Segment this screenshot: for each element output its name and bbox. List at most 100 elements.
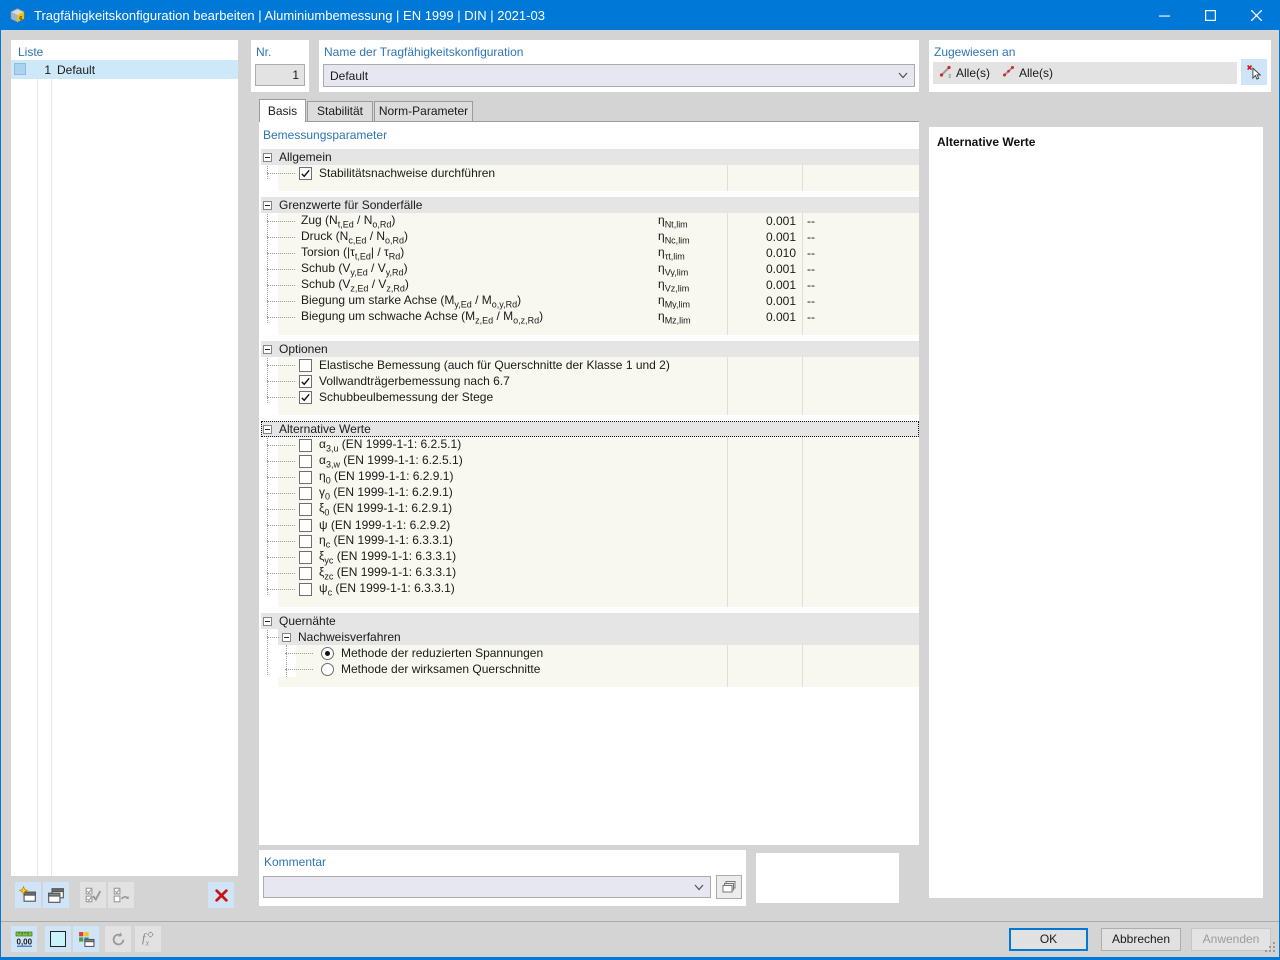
new-config-icon[interactable] [15, 882, 41, 908]
param-row[interactable]: Vollwandträgerbemessung nach 6.7 [267, 373, 919, 389]
param-symbol: ητt,lim [658, 244, 685, 262]
param-row[interactable]: ξ0 (EN 1999-1-1: 6.2.9.1) [267, 501, 919, 517]
param-row[interactable]: Methode der reduzierten Spannungen [285, 645, 919, 661]
checkbox-unchecked[interactable] [299, 502, 312, 516]
checkbox-unchecked[interactable] [299, 534, 312, 548]
list-grid-line [51, 61, 52, 876]
nr-label: Nr. [256, 45, 272, 59]
param-value[interactable]: 0.001 [718, 278, 796, 292]
section-label: Allgemein [279, 150, 332, 164]
resize-grip[interactable] [1263, 940, 1276, 956]
param-label: Torsion (|τt,Ed| / τRd) [301, 244, 405, 262]
param-row[interactable]: Biegung um schwache Achse (Mz,Ed / Mo,z,… [267, 309, 919, 325]
param-row[interactable]: η0 (EN 1999-1-1: 6.2.9.1) [267, 469, 919, 485]
checkbox-unchecked[interactable] [299, 550, 312, 564]
column-separator [802, 325, 803, 335]
param-row[interactable]: γ0 (EN 1999-1-1: 6.2.9.1) [267, 484, 919, 502]
section-header[interactable]: Allgemein [261, 149, 919, 165]
column-separator [727, 597, 728, 607]
collapse-minus-icon[interactable] [263, 200, 272, 210]
param-row[interactable]: α3,u (EN 1999-1-1: 6.2.5.1) [267, 437, 919, 453]
nr-field: 1 [255, 64, 305, 86]
minimize-icon[interactable] [1141, 0, 1187, 30]
param-row[interactable]: Zug (Nt,Ed / No,Rd) ηNt,lim 0.001 -- [267, 213, 919, 229]
param-value[interactable]: 0.001 [718, 230, 796, 244]
tab-basis[interactable]: Basis [259, 99, 306, 122]
comment-combobox[interactable] [263, 876, 711, 898]
assigned-members-value: Alle(s) [956, 66, 991, 80]
param-row[interactable]: Elastische Bemessung (auch für Querschni… [267, 357, 919, 373]
param-row[interactable]: Schub (Vz,Ed / Vz,Rd) ηVz,lim 0.001 -- [267, 277, 919, 293]
param-label: α3,w (EN 1999-1-1: 6.2.5.1) [319, 452, 463, 470]
subsection-header[interactable]: Nachweisverfahren [267, 629, 919, 645]
param-value[interactable]: 0.001 [718, 310, 796, 324]
assigned-field: z Alle(s) Alle(s) [933, 62, 1237, 84]
color-swatch-icon[interactable] [45, 926, 71, 952]
param-value[interactable]: 0.001 [718, 294, 796, 308]
radio-unselected[interactable] [321, 662, 334, 676]
column-separator [802, 357, 803, 373]
section-header[interactable]: Alternative Werte [261, 421, 919, 437]
param-row[interactable]: Schub (Vy,Ed / Vy,Rd) ηVy,lim 0.001 -- [267, 261, 919, 277]
checkbox-checked[interactable] [299, 374, 312, 388]
collapse-minus-icon[interactable] [263, 424, 272, 434]
assigned-member-sets-value: Alle(s) [1019, 66, 1054, 80]
tab-norm-parameter[interactable]: Norm-Parameter [374, 101, 473, 121]
checkbox-unchecked[interactable] [299, 470, 312, 484]
section-pad [278, 677, 919, 687]
units-icon[interactable]: 0,00 [11, 926, 37, 952]
checkbox-unchecked[interactable] [299, 358, 312, 372]
param-row[interactable]: α3,w (EN 1999-1-1: 6.2.5.1) [267, 452, 919, 470]
collapse-minus-icon[interactable] [282, 632, 291, 642]
checkbox-unchecked[interactable] [299, 486, 312, 500]
checkbox-unchecked[interactable] [299, 566, 312, 580]
section-header[interactable]: Quernähte [261, 613, 919, 629]
param-row[interactable]: Druck (Nc,Ed / No,Rd) ηNc,lim 0.001 -- [267, 229, 919, 245]
checkbox-unchecked[interactable] [299, 438, 312, 452]
param-row[interactable]: ηc (EN 1999-1-1: 6.3.3.1) [267, 532, 919, 550]
section-header[interactable]: Optionen [261, 341, 919, 357]
param-row[interactable]: Schubbeulbemessung der Stege [267, 389, 919, 405]
checkbox-unchecked[interactable] [299, 582, 312, 596]
name-combobox-value: Default [330, 68, 369, 83]
ok-button[interactable]: OK [1009, 928, 1088, 951]
param-row[interactable]: Biegung um starke Achse (My,Ed / Mo,y,Rd… [267, 293, 919, 309]
param-value[interactable]: 0.001 [718, 214, 796, 228]
comment-panel: Kommentar [259, 850, 746, 906]
tab-stabilitaet[interactable]: Stabilität [307, 101, 373, 121]
list-item-default[interactable]: 1 Default [11, 60, 238, 79]
radio-selected[interactable] [321, 646, 334, 660]
param-value[interactable]: 0.001 [718, 262, 796, 276]
param-row[interactable]: Methode der wirksamen Querschnitte [285, 661, 919, 677]
cancel-button[interactable]: Abbrechen [1101, 928, 1181, 951]
param-unit: -- [807, 310, 815, 324]
param-row[interactable]: ψ (EN 1999-1-1: 6.2.9.2) [267, 517, 919, 533]
section-header[interactable]: Grenzwerte für Sonderfälle [261, 197, 919, 213]
column-separator [727, 549, 728, 565]
collapse-minus-icon[interactable] [263, 152, 272, 162]
param-row[interactable]: Stabilitätsnachweise durchführen [267, 165, 919, 181]
checkbox-unchecked[interactable] [299, 454, 312, 468]
param-unit: -- [807, 262, 815, 276]
checkbox-checked[interactable] [299, 390, 312, 404]
pointer-select-icon[interactable] [1241, 59, 1267, 85]
maximize-icon[interactable] [1187, 0, 1233, 30]
checkbox-unchecked[interactable] [299, 518, 312, 532]
name-combobox[interactable]: Default [323, 64, 915, 87]
collapse-minus-icon[interactable] [263, 616, 272, 626]
param-row[interactable]: ψc (EN 1999-1-1: 6.3.3.1) [267, 581, 919, 597]
list-header: Liste [18, 45, 44, 59]
collapse-minus-icon[interactable] [263, 344, 272, 354]
param-row[interactable]: ξyc (EN 1999-1-1: 6.3.3.1) [267, 549, 919, 565]
param-row[interactable]: Torsion (|τt,Ed| / τRd) ητt,lim 0.010 -- [267, 244, 919, 262]
display-properties-icon[interactable] [73, 926, 99, 952]
param-value[interactable]: 0.010 [718, 246, 796, 260]
close-icon[interactable] [1233, 0, 1279, 30]
param-label: ηc (EN 1999-1-1: 6.3.3.1) [319, 532, 453, 550]
param-label: γ0 (EN 1999-1-1: 6.2.9.1) [319, 484, 453, 502]
checkbox-checked[interactable] [299, 166, 312, 180]
param-row[interactable]: ξzc (EN 1999-1-1: 6.3.3.1) [267, 565, 919, 581]
copy-config-icon[interactable] [43, 882, 69, 908]
copy-comment-icon[interactable] [716, 875, 742, 899]
delete-icon[interactable] [208, 882, 234, 908]
